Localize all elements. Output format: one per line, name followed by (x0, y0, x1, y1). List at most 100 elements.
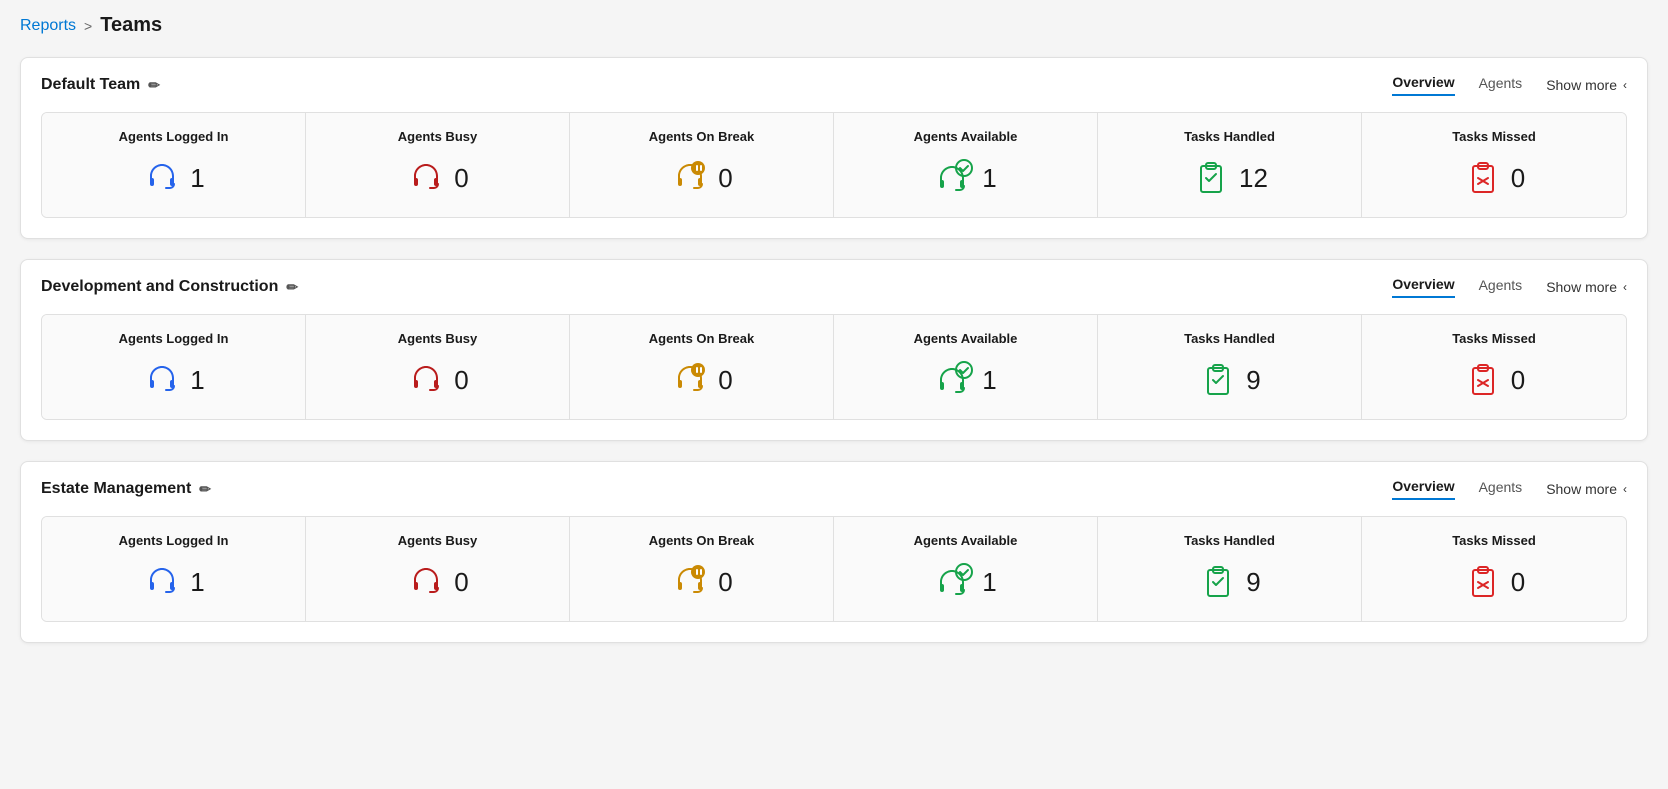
metric-label-0-3: Agents Available (914, 129, 1018, 144)
metric-label-1-4: Tasks Handled (1184, 331, 1275, 346)
metric-value-row-2-3: 1 (934, 560, 996, 605)
metrics-grid-1: Agents Logged In 1 Agents Busy 0 Agents On… (41, 314, 1627, 420)
metric-cell-1-0: Agents Logged In 1 (42, 315, 306, 419)
show-more-2[interactable]: Show more ‹ (1546, 481, 1627, 497)
team-header-1: Development and Construction ✏ Overview Age… (41, 276, 1627, 298)
metric-label-1-5: Tasks Missed (1452, 331, 1536, 346)
metric-number-2-5: 0 (1511, 567, 1525, 598)
metric-icon-headset-green-check-2-3 (934, 560, 974, 605)
metric-label-2-5: Tasks Missed (1452, 533, 1536, 548)
metric-label-2-2: Agents On Break (649, 533, 754, 548)
metric-number-1-2: 0 (718, 365, 732, 396)
metric-number-1-5: 0 (1511, 365, 1525, 396)
metric-label-1-1: Agents Busy (398, 331, 477, 346)
breadcrumb-reports-link[interactable]: Reports (20, 17, 76, 35)
metric-value-row-1-0: 1 (142, 358, 204, 403)
metric-value-row-2-0: 1 (142, 560, 204, 605)
metric-number-2-2: 0 (718, 567, 732, 598)
metric-label-1-2: Agents On Break (649, 331, 754, 346)
metric-label-1-3: Agents Available (914, 331, 1018, 346)
metric-icon-headset-blue-1-0 (142, 358, 182, 403)
metric-value-row-1-5: 0 (1463, 358, 1525, 403)
metric-icon-headset-yellow-pause-1-2 (670, 358, 710, 403)
metric-number-1-4: 9 (1246, 365, 1260, 396)
team-name-text-1: Development and Construction (41, 278, 278, 296)
team-tabs-1: Overview Agents (1392, 276, 1522, 298)
team-name-1: Development and Construction ✏ (41, 278, 298, 296)
metric-label-0-1: Agents Busy (398, 129, 477, 144)
chevron-left-icon-2: ‹ (1623, 482, 1627, 496)
show-more-1[interactable]: Show more‹ (1546, 279, 1627, 295)
metric-number-0-3: 1 (982, 163, 996, 194)
metric-cell-2-4: Tasks Handled 9 (1098, 517, 1362, 621)
tab-overview-1[interactable]: Overview (1392, 276, 1454, 298)
metric-icon-headset-blue-2-0 (142, 560, 182, 605)
metric-number-0-4: 12 (1239, 163, 1268, 194)
metric-number-1-3: 1 (982, 365, 996, 396)
tab-overview-0[interactable]: Overview (1392, 74, 1454, 96)
tab-agents-1[interactable]: Agents (1479, 277, 1523, 297)
metric-value-row-0-4: 12 (1191, 156, 1268, 201)
metric-value-row-2-4: 9 (1198, 560, 1260, 605)
metric-number-2-0: 1 (190, 567, 204, 598)
team-card-0: Default Team ✏ Overview Agents Show more ‹ Age… (20, 57, 1648, 239)
metric-icon-headset-green-check-0-3 (934, 156, 974, 201)
show-more-label-2: Show more (1546, 481, 1617, 497)
breadcrumb: Reports > Teams (20, 14, 1648, 37)
metric-cell-2-0: Agents Logged In 1 (42, 517, 306, 621)
metric-number-0-5: 0 (1511, 163, 1525, 194)
metric-icon-headset-red-0-1 (406, 156, 446, 201)
metric-number-0-1: 0 (454, 163, 468, 194)
edit-icon-0[interactable]: ✏ (148, 77, 160, 94)
metric-label-2-1: Agents Busy (398, 533, 477, 548)
metric-value-row-1-1: 0 (406, 358, 468, 403)
team-tabs-0: Overview Agents (1392, 74, 1522, 96)
metric-label-0-2: Agents On Break (649, 129, 754, 144)
metric-icon-headset-blue-0-0 (142, 156, 182, 201)
metric-value-row-0-3: 1 (934, 156, 996, 201)
page-container: Reports > Teams Default Team ✏ Overview Age… (0, 0, 1668, 657)
metric-label-2-3: Agents Available (914, 533, 1018, 548)
metric-cell-1-5: Tasks Missed 0 (1362, 315, 1626, 419)
metric-label-2-4: Tasks Handled (1184, 533, 1275, 548)
team-tabs-2: Overview Agents (1392, 478, 1522, 500)
metric-value-row-0-0: 1 (142, 156, 204, 201)
metric-cell-0-2: Agents On Break 0 (570, 113, 834, 217)
metric-value-row-1-2: 0 (670, 358, 732, 403)
metric-value-row-0-5: 0 (1463, 156, 1525, 201)
metric-value-row-0-1: 0 (406, 156, 468, 201)
team-name-text-2: Estate Management (41, 480, 191, 498)
metric-number-1-1: 0 (454, 365, 468, 396)
metric-icon-clipboard-x-red-1-5 (1463, 358, 1503, 403)
metric-label-2-0: Agents Logged In (119, 533, 229, 548)
metric-label-0-0: Agents Logged In (119, 129, 229, 144)
tab-agents-0[interactable]: Agents (1479, 75, 1523, 95)
teams-list: Default Team✏OverviewAgentsShow more‹Age… (20, 57, 1648, 643)
metric-cell-1-4: Tasks Handled 9 (1098, 315, 1362, 419)
metric-number-2-3: 1 (982, 567, 996, 598)
metric-value-row-1-3: 1 (934, 358, 996, 403)
metric-icon-headset-yellow-pause-2-2 (670, 560, 710, 605)
tab-overview-2[interactable]: Overview (1392, 478, 1454, 500)
tab-agents-2[interactable]: Agents (1479, 479, 1523, 499)
metric-number-2-1: 0 (454, 567, 468, 598)
chevron-left-icon-0: ‹ (1623, 78, 1627, 92)
team-name-text-0: Default Team (41, 76, 140, 94)
metric-icon-clipboard-x-red-0-5 (1463, 156, 1503, 201)
metric-value-row-0-2: 0 (670, 156, 732, 201)
metric-icon-headset-red-1-1 (406, 358, 446, 403)
edit-icon-2[interactable]: ✏ (199, 481, 211, 498)
metric-label-0-4: Tasks Handled (1184, 129, 1275, 144)
show-more-label-0: Show more (1546, 77, 1617, 93)
metric-icon-clipboard-check-green-0-4 (1191, 156, 1231, 201)
edit-icon-1[interactable]: ✏ (286, 279, 298, 296)
team-name-0: Default Team ✏ (41, 76, 160, 94)
metric-icon-clipboard-check-green-1-4 (1198, 358, 1238, 403)
metrics-grid-0: Agents Logged In 1Agents Busy 0Agents On… (41, 112, 1627, 218)
team-name-2: Estate Management ✏ (41, 480, 211, 498)
metric-label-0-5: Tasks Missed (1452, 129, 1536, 144)
team-card-1: Development and Construction ✏ Overview Age… (20, 259, 1648, 441)
show-more-0[interactable]: Show more ‹ (1546, 77, 1627, 93)
metric-icon-clipboard-check-green-2-4 (1198, 560, 1238, 605)
team-header-0: Default Team ✏ Overview Agents Show more ‹ (41, 74, 1627, 96)
